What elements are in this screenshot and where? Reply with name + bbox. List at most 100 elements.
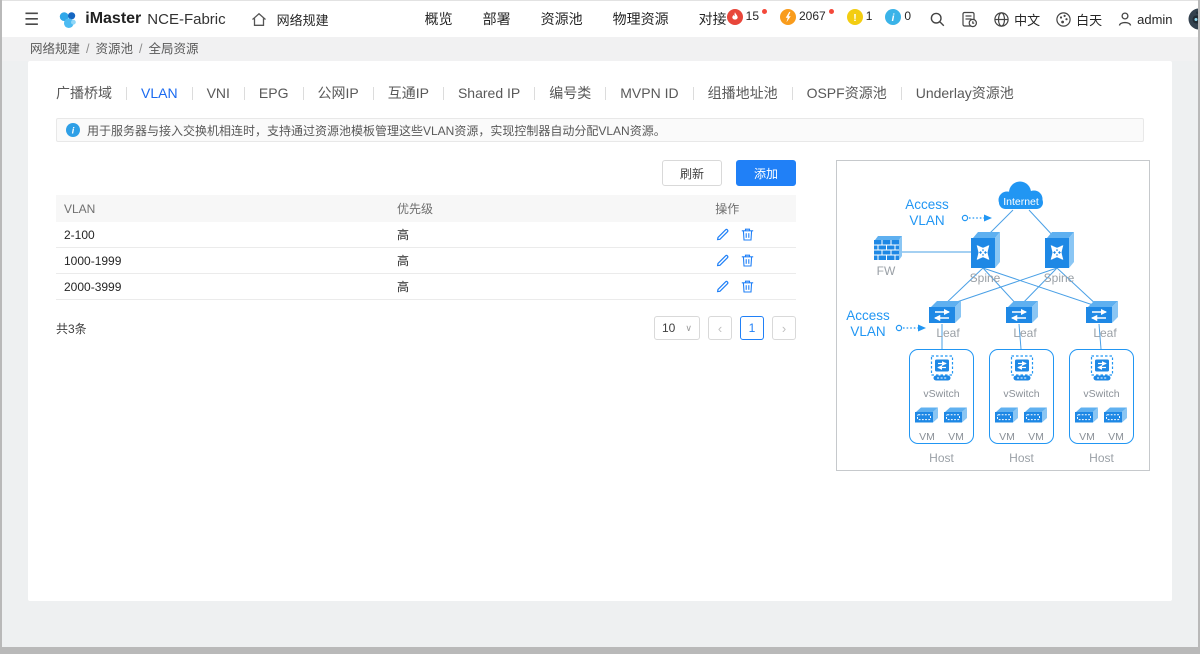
current-app-label: 网络规建: [277, 10, 329, 29]
minor-alarms[interactable]: ! 1: [847, 9, 873, 30]
svg-text:!: !: [853, 12, 857, 24]
vlan-pool-section: 刷新 添加 VLAN优先级操作 2-100 高 1000-1999 高: [56, 160, 796, 471]
tab-3[interactable]: EPG: [245, 85, 303, 101]
table-row: 2000-3999 高: [56, 274, 796, 300]
nav-item-2[interactable]: 资源池: [541, 9, 583, 29]
tab-2[interactable]: VNI: [193, 85, 244, 101]
vlan-cell: 2000-3999: [56, 274, 389, 300]
task-history-icon[interactable]: [961, 11, 978, 28]
priority-cell: 高: [389, 222, 707, 248]
toolbar: 刷新 添加: [56, 160, 796, 186]
chevron-down-icon: ∨: [685, 323, 692, 334]
page-number-button[interactable]: 1: [740, 316, 764, 340]
assistant-avatar[interactable]: 2: [1188, 8, 1198, 30]
next-page-button[interactable]: ›: [772, 316, 796, 340]
tab-1[interactable]: VLAN: [127, 85, 192, 101]
leaf-switch-icon: [1004, 298, 1040, 324]
nav-item-4[interactable]: 对接: [699, 9, 727, 29]
column-header-0: VLAN: [56, 195, 389, 222]
vswitch-icon: [1007, 355, 1037, 387]
breadcrumb-item-2[interactable]: 全局资源: [149, 42, 199, 56]
firewall-label: FW: [854, 264, 918, 278]
leaf-label: Leaf: [916, 326, 980, 340]
app-window: ☰ iMaster NCE-Fabric 网络规建 概览部署资源池物理资源对接 …: [2, 0, 1198, 647]
home-icon[interactable]: [250, 11, 268, 28]
info-alarms-count: 0: [904, 9, 911, 24]
host-label: Host: [1069, 451, 1134, 465]
language-switch[interactable]: 中文: [993, 10, 1040, 29]
leaf-label: Leaf: [993, 326, 1057, 340]
tab-10[interactable]: OSPF资源池: [793, 83, 901, 103]
page-size-select[interactable]: 10 ∨: [654, 316, 700, 340]
theme-icon: [1055, 11, 1072, 28]
access-vlan-label-top: AccessVLAN: [889, 197, 965, 229]
vswitch-icon: [927, 355, 957, 387]
menu-icon[interactable]: ☰: [24, 11, 39, 28]
tab-11[interactable]: Underlay资源池: [902, 83, 1028, 103]
resource-tabs: 广播桥域VLANVNIEPG公网IP互通IPShared IP编号类MVPN I…: [28, 61, 1172, 103]
username-label: admin: [1137, 12, 1172, 27]
breadcrumb-separator: /: [139, 42, 142, 56]
user-menu[interactable]: admin: [1117, 11, 1172, 27]
svg-text:i: i: [892, 12, 895, 23]
delete-icon[interactable]: [740, 279, 755, 294]
breadcrumb-item-1[interactable]: 资源池: [96, 42, 134, 56]
nav-item-1[interactable]: 部署: [483, 9, 511, 29]
internet-cloud-icon: Internet: [989, 179, 1053, 213]
vm-icon: [1103, 406, 1129, 430]
vm-label: VM: [1074, 431, 1100, 443]
tab-5[interactable]: 互通IP: [374, 83, 443, 103]
priority-cell: 高: [389, 248, 707, 274]
vm-label: VM: [943, 431, 969, 443]
host-label: Host: [909, 451, 974, 465]
tab-6[interactable]: Shared IP: [444, 85, 534, 101]
tab-4[interactable]: 公网IP: [304, 83, 373, 103]
tab-9[interactable]: 组播地址池: [694, 83, 792, 103]
user-icon: [1117, 11, 1133, 27]
tab-8[interactable]: MVPN ID: [606, 85, 692, 101]
nav-item-0[interactable]: 概览: [425, 9, 453, 29]
edit-icon[interactable]: [715, 227, 730, 242]
access-vlan-label-left: AccessVLAN: [837, 308, 899, 340]
vm-icon: [994, 406, 1020, 430]
spine-switch-icon: [1043, 229, 1075, 269]
internet-label: Internet: [1003, 196, 1039, 208]
vm-icon: [1023, 406, 1049, 430]
refresh-button[interactable]: 刷新: [662, 160, 722, 186]
product-name: iMaster: [85, 10, 141, 28]
vm-label: VM: [914, 431, 940, 443]
theme-switch[interactable]: 白天: [1055, 10, 1102, 29]
search-icon[interactable]: [929, 11, 946, 28]
add-button[interactable]: 添加: [736, 160, 796, 186]
major-alarms[interactable]: 2067: [780, 9, 834, 30]
topbar-right: 15 2067 ! 1 i 0 中文 白天: [727, 8, 1198, 30]
new-alarm-dot: [829, 9, 834, 14]
tab-7[interactable]: 编号类: [535, 83, 605, 103]
columns: 刷新 添加 VLAN优先级操作 2-100 高 1000-1999 高: [28, 142, 1172, 471]
edit-icon[interactable]: [715, 253, 730, 268]
vswitch-label: vSwitch: [923, 388, 959, 400]
breadcrumb-item-0[interactable]: 网络规建: [30, 42, 80, 56]
page-content: 广播桥域VLANVNIEPG公网IP互通IPShared IP编号类MVPN I…: [2, 61, 1198, 647]
host-group: vSwitch VM VM Host: [1069, 349, 1134, 465]
vm-label: VM: [994, 431, 1020, 443]
table-row: 1000-1999 高: [56, 248, 796, 274]
host-box: vSwitch VM VM: [989, 349, 1054, 444]
critical-alarms-count: 15: [746, 9, 759, 24]
delete-icon[interactable]: [740, 253, 755, 268]
tab-0[interactable]: 广播桥域: [56, 83, 126, 103]
vm-icon: [1074, 406, 1100, 430]
critical-alarms[interactable]: 15: [727, 9, 767, 30]
edit-icon[interactable]: [715, 279, 730, 294]
delete-icon[interactable]: [740, 227, 755, 242]
prev-page-button[interactable]: ‹: [708, 316, 732, 340]
vswitch-icon: [1087, 355, 1117, 387]
new-alarm-dot: [762, 9, 767, 14]
column-header-2: 操作: [707, 195, 796, 222]
nav-item-3[interactable]: 物理资源: [613, 9, 669, 29]
vlan-table: VLAN优先级操作 2-100 高 1000-1999 高 2000-3999 …: [56, 195, 796, 300]
info-alarms[interactable]: i 0: [885, 9, 911, 30]
vm-icon: [914, 406, 940, 430]
host-box: vSwitch VM VM: [909, 349, 974, 444]
host-group: vSwitch VM VM Host: [989, 349, 1054, 465]
